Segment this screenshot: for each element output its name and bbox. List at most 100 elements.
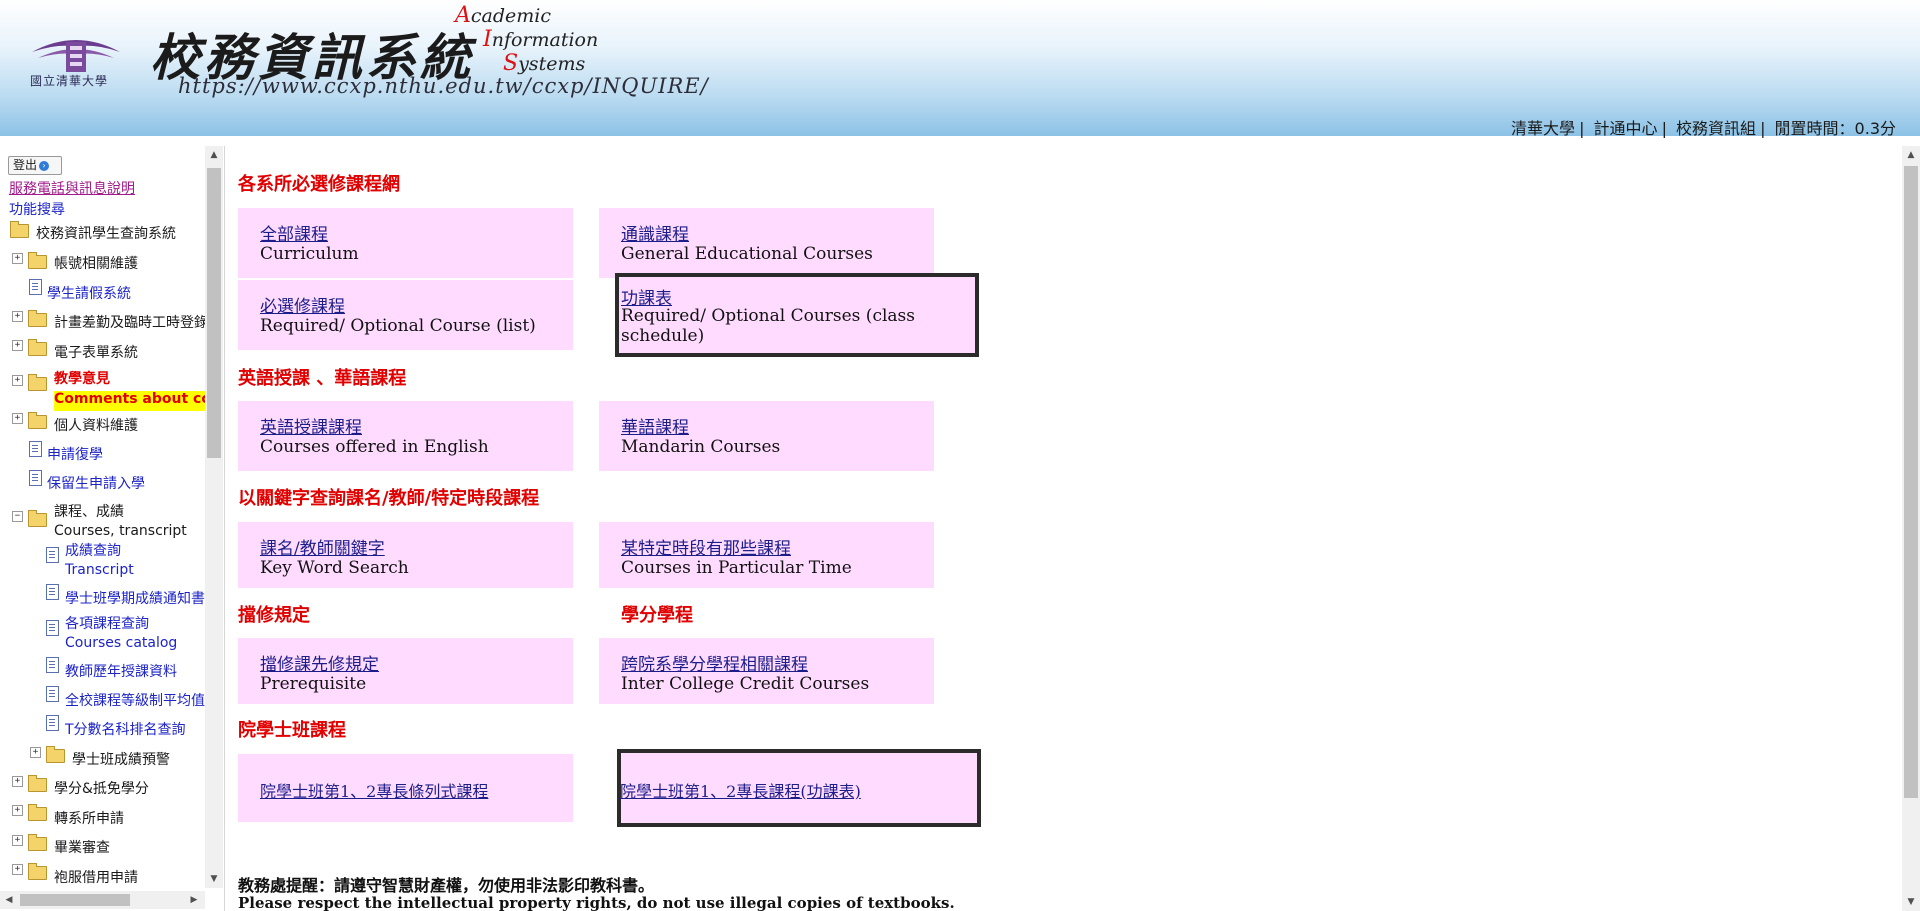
sidebar-item-courses[interactable]: 課程、成績 (54, 501, 124, 521)
expand-icon[interactable]: + (12, 311, 23, 322)
sidebar: 登出 › 服務電話與訊息說明 功能搜尋 校務資訊學生查詢系統 + 帳號相關維護 學… (0, 146, 225, 911)
scrollbar-thumb[interactable] (20, 894, 130, 906)
section-title-english-mandarin: 英語授課 、華語課程 (238, 368, 407, 389)
sidebar-item-courses-catalog-en[interactable]: Courses catalog (65, 635, 177, 655)
document-icon (46, 547, 59, 563)
section-title-keyword-search: 以關鍵字查詢課名/教師/特定時段課程 (238, 488, 540, 509)
sidebar-item-transfer[interactable]: 轉系所申請 (54, 808, 124, 828)
card-all-courses[interactable]: 全部課程 Curriculum (238, 208, 573, 278)
expand-icon[interactable]: + (12, 413, 23, 424)
document-icon (46, 657, 59, 673)
sidebar-item-reinstate[interactable]: 申請復學 (47, 444, 103, 464)
folder-icon (28, 775, 47, 792)
scrollbar-thumb[interactable] (207, 168, 221, 458)
sidebar-item-personal-data[interactable]: 個人資料維護 (54, 415, 138, 435)
scroll-down-icon[interactable]: ▼ (205, 870, 223, 888)
sidebar-item-graduation[interactable]: 畢業審查 (54, 837, 110, 857)
idle-time: 閒置時間：0.3分 (1774, 119, 1896, 138)
sidebar-vertical-scrollbar[interactable]: ▲ ▼ (205, 146, 223, 888)
sidebar-item-transcript-en[interactable]: Transcript (65, 562, 134, 582)
scroll-right-icon[interactable]: ▶ (185, 891, 203, 909)
sidebar-item-teaching-feedback-en[interactable]: Comments about courses (54, 391, 205, 411)
expand-icon[interactable]: + (12, 253, 23, 264)
sidebar-item-grade-warning[interactable]: 學士班成績預警 (72, 749, 170, 769)
folder-open-icon (28, 510, 47, 527)
sidebar-tree: 登出 › 服務電話與訊息說明 功能搜尋 校務資訊學生查詢系統 + 帳號相關維護 學… (0, 146, 205, 888)
section-title-college-bachelor: 院學士班課程 (238, 720, 346, 741)
section-title-prerequisite: 擋修規定 (238, 605, 310, 626)
main-vertical-scrollbar[interactable]: ▲ ▼ (1902, 146, 1920, 911)
main-content: 各系所必選修課程網 全部課程 Curriculum 通識課程 General E… (226, 146, 1900, 911)
link-computer-center[interactable]: 計通中心 (1594, 119, 1658, 138)
sidebar-item-gown[interactable]: 袍服借用申請 (54, 867, 138, 887)
header-banner: 國立清華大學 校務資訊系統 Academic Information Syste… (0, 0, 1920, 138)
card-general-education[interactable]: 通識課程 General Educational Courses (599, 208, 934, 278)
sidebar-horizontal-scrollbar[interactable]: ◀ ▶ (0, 891, 205, 909)
sidebar-item-account[interactable]: 帳號相關維護 (54, 253, 138, 273)
service-info-link[interactable]: 服務電話與訊息說明 (9, 178, 135, 198)
section-title-credit-program: 學分學程 (621, 605, 693, 626)
folder-icon (28, 412, 47, 429)
card-english-courses[interactable]: 英語授課課程 Courses offered in English (238, 401, 573, 471)
scroll-down-icon[interactable]: ▼ (1902, 893, 1920, 911)
document-icon (46, 686, 59, 702)
link-nthu[interactable]: 清華大學 (1511, 119, 1575, 138)
expand-icon[interactable]: + (12, 835, 23, 846)
expand-icon[interactable]: + (30, 747, 41, 758)
folder-icon (28, 863, 47, 880)
school-name: 國立清華大學 (30, 74, 109, 88)
sidebar-item-teacher-history[interactable]: 教師歷年授課資料 (65, 661, 177, 681)
card-prerequisite[interactable]: 擋修課先修規定 Prerequisite (238, 638, 573, 704)
card-required-optional-list[interactable]: 必選修課程 Required/ Optional Course (list) (238, 280, 573, 350)
sidebar-item-leave[interactable]: 學生請假系統 (47, 283, 131, 303)
card-class-schedule[interactable]: 功課表 Required/ Optional Courses (class sc… (615, 273, 979, 357)
document-icon (29, 441, 42, 457)
card-keyword-search[interactable]: 課名/教師關鍵字 Key Word Search (238, 522, 573, 588)
card-inter-college[interactable]: 跨院系學分學程相關課程 Inter College Credit Courses (599, 638, 934, 704)
sidebar-item-courses-catalog[interactable]: 各項課程查詢 (65, 613, 149, 633)
logout-button[interactable]: 登出 › (8, 156, 62, 175)
expand-icon[interactable]: + (12, 776, 23, 787)
sidebar-item-credits[interactable]: 學分&抵免學分 (54, 778, 149, 798)
scroll-up-icon[interactable]: ▲ (205, 146, 223, 164)
folder-icon (28, 804, 47, 821)
section-title-curriculum: 各系所必選修課程網 (238, 174, 400, 195)
collapse-icon[interactable]: − (12, 511, 23, 522)
folder-open-icon (10, 221, 29, 238)
system-title-english: Academic Information Systems (455, 3, 599, 76)
top-links: 清華大學 | 計通中心 | 校務資訊組 | 閒置時間：0.3分 (1511, 119, 1896, 138)
expand-icon[interactable]: + (12, 864, 23, 875)
system-url: https://www.ccxp.nthu.edu.tw/ccxp/INQUIR… (178, 74, 709, 98)
document-icon (46, 715, 59, 731)
sidebar-item-teaching-feedback[interactable]: 教學意見 (54, 368, 110, 388)
sidebar-item-eform[interactable]: 電子表單系統 (54, 342, 138, 362)
card-mandarin-courses[interactable]: 華語課程 Mandarin Courses (599, 401, 934, 471)
sidebar-item-t-score[interactable]: T分數名科排名查詢 (65, 719, 186, 739)
document-icon (46, 584, 59, 600)
notice-chinese: 教務處提醒：請遵守智慧財產權，勿使用非法影印教科書。 (238, 876, 655, 895)
card-college-bachelor-schedule[interactable]: 院學士班第1、2專長課程(功課表) (617, 749, 981, 827)
link-academic-info-division[interactable]: 校務資訊組 (1676, 119, 1756, 138)
card-college-bachelor-list[interactable]: 院學士班第1、2專長條列式課程 (238, 754, 573, 822)
sidebar-item-attendance[interactable]: 計畫差勤及臨時工時登錄 (54, 312, 205, 332)
scroll-up-icon[interactable]: ▲ (1902, 146, 1920, 164)
expand-icon[interactable]: + (12, 340, 23, 351)
expand-icon[interactable]: + (12, 805, 23, 816)
function-search-link[interactable]: 功能搜尋 (9, 199, 65, 219)
scroll-left-icon[interactable]: ◀ (0, 891, 18, 909)
card-particular-time[interactable]: 某特定時段有那些課程 Courses in Particular Time (599, 522, 934, 588)
sidebar-item-transcript[interactable]: 成績查詢 (65, 540, 121, 560)
folder-icon (28, 339, 47, 356)
arrow-right-icon: › (39, 160, 50, 171)
sidebar-item-grade-average[interactable]: 全校課程等級制平均值 (65, 690, 205, 710)
tree-root-label[interactable]: 校務資訊學生查詢系統 (36, 223, 176, 243)
folder-icon (28, 834, 47, 851)
sidebar-item-grade-notice[interactable]: 學士班學期成績通知書 (65, 588, 205, 608)
folder-icon (46, 746, 65, 763)
document-icon (46, 620, 59, 636)
scrollbar-thumb[interactable] (1904, 166, 1918, 798)
folder-icon (28, 252, 47, 269)
sidebar-item-reserved-admission[interactable]: 保留生申請入學 (47, 473, 145, 493)
notice-english: Please respect the intellectual property… (238, 894, 955, 911)
expand-icon[interactable]: + (12, 375, 23, 386)
